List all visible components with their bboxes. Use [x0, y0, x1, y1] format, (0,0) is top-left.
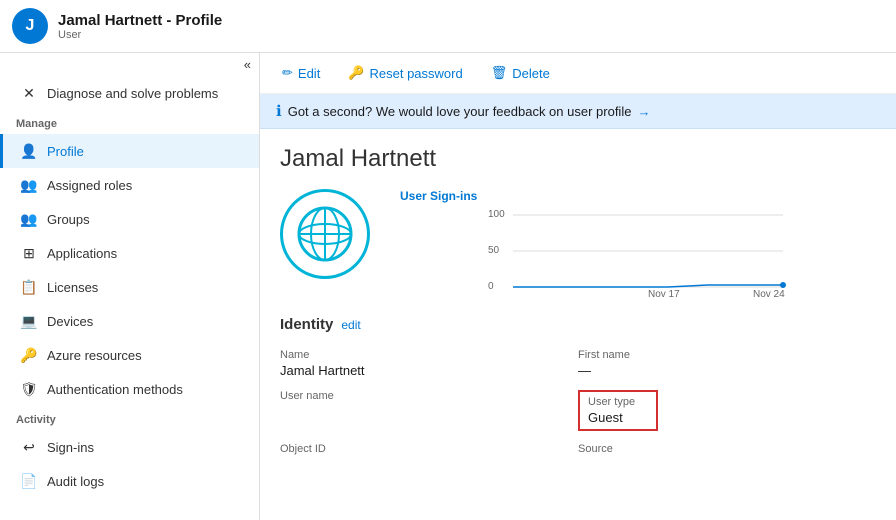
sidebar-item-label: Devices — [47, 314, 93, 329]
sidebar-item-label: Groups — [47, 212, 90, 227]
content-area: ✏ Edit 🔑 Reset password 🗑 Delete ℹ Got a… — [260, 53, 896, 520]
user-type-label: User type — [588, 396, 648, 408]
globe-svg — [295, 204, 355, 264]
info-icon: ℹ — [276, 102, 282, 120]
sidebar-item-label: Authentication methods — [47, 382, 183, 397]
svg-text:0: 0 — [488, 281, 494, 292]
object-id-label: Object ID — [280, 443, 578, 455]
roles-icon: 👥 — [19, 175, 39, 195]
sidebar-item-auth-methods[interactable]: 🛡 Authentication methods — [0, 372, 259, 406]
reset-password-button[interactable]: 🔑 Reset password — [342, 61, 468, 85]
sidebar-item-label: Licenses — [47, 280, 98, 295]
avatar: J — [12, 8, 48, 44]
title-text-block: Jamal Hartnett - Profile User — [58, 12, 222, 41]
sidebar-item-groups[interactable]: 👥 Groups — [0, 202, 259, 236]
info-banner-link[interactable]: → — [637, 104, 650, 119]
sidebar-item-assigned-roles[interactable]: 👥 Assigned roles — [0, 168, 259, 202]
azure-icon: 🔑 — [19, 345, 39, 365]
name-value: Jamal Hartnett — [280, 363, 578, 378]
identity-section: Identity edit Name Jamal Hartnett First … — [280, 316, 876, 465]
user-type-highlight-box: User type Guest — [578, 390, 658, 431]
sidebar-item-label: Audit logs — [47, 474, 104, 489]
svg-text:Nov 17: Nov 17 — [648, 289, 680, 297]
sidebar: « ✕ Diagnose and solve problems Manage 👤… — [0, 53, 260, 520]
sidebar-item-devices[interactable]: 💻 Devices — [0, 304, 259, 338]
chart-svg: 100 50 0 Nov 17 Nov 24 — [400, 207, 876, 297]
sidebar-item-audit-logs[interactable]: 📄 Audit logs — [0, 464, 259, 498]
identity-edit-link[interactable]: edit — [341, 318, 360, 332]
sidebar-collapse-button[interactable]: « — [0, 53, 259, 76]
sidebar-item-label: Profile — [47, 144, 84, 159]
devices-icon: 💻 — [19, 311, 39, 331]
user-type-field: User type Guest — [578, 386, 876, 439]
sidebar-manage-header: Manage — [0, 110, 259, 134]
first-name-value: — — [578, 363, 876, 378]
chart-area: User Sign-ins 100 50 0 — [400, 189, 876, 300]
chart-title: User Sign-ins — [400, 189, 876, 203]
source-label: Source — [578, 443, 876, 455]
sign-ins-icon: ↩ — [19, 437, 39, 457]
delete-button[interactable]: 🗑 Delete — [485, 61, 556, 85]
page-subtitle: User — [58, 29, 222, 41]
sidebar-item-label: Sign-ins — [47, 440, 94, 455]
edit-label: Edit — [298, 66, 320, 81]
delete-label: Delete — [512, 66, 550, 81]
sidebar-item-label: Diagnose and solve problems — [47, 86, 218, 101]
toolbar: ✏ Edit 🔑 Reset password 🗑 Delete — [260, 53, 896, 94]
identity-grid: Name Jamal Hartnett First name — User na… — [280, 345, 876, 465]
applications-icon: ⊞ — [19, 243, 39, 263]
user-name-heading: Jamal Hartnett — [280, 145, 876, 173]
svg-text:50: 50 — [488, 245, 500, 256]
sidebar-activity-header: Activity — [0, 406, 259, 430]
source-field: Source — [578, 439, 876, 465]
title-bar: J Jamal Hartnett - Profile User — [0, 0, 896, 53]
globe-avatar — [280, 189, 370, 279]
identity-header: Identity edit — [280, 316, 876, 333]
profile-content: Jamal Hartnett User Sign-ins — [260, 129, 896, 520]
info-banner-text: Got a second? We would love your feedbac… — [288, 104, 632, 119]
licenses-icon: 📋 — [19, 277, 39, 297]
first-name-label: First name — [578, 349, 876, 361]
sidebar-item-profile[interactable]: 👤 Profile — [0, 134, 259, 168]
name-field: Name Jamal Hartnett — [280, 345, 578, 386]
sidebar-item-label: Assigned roles — [47, 178, 132, 193]
edit-button[interactable]: ✏ Edit — [276, 61, 326, 85]
profile-icon: 👤 — [19, 141, 39, 161]
user-name-label: User name — [280, 390, 578, 402]
identity-title: Identity — [280, 316, 333, 333]
svg-text:Nov 24: Nov 24 — [753, 289, 785, 297]
user-type-value: Guest — [588, 410, 648, 425]
main-layout: « ✕ Diagnose and solve problems Manage 👤… — [0, 53, 896, 520]
sidebar-item-diagnose[interactable]: ✕ Diagnose and solve problems — [0, 76, 259, 110]
name-label: Name — [280, 349, 578, 361]
sidebar-item-applications[interactable]: ⊞ Applications — [0, 236, 259, 270]
shield-icon: 🛡 — [19, 379, 39, 399]
edit-icon: ✏ — [282, 65, 293, 81]
svg-text:100: 100 — [488, 209, 505, 220]
delete-icon: 🗑 — [491, 65, 508, 81]
audit-icon: 📄 — [19, 471, 39, 491]
collapse-icon: « — [244, 57, 251, 72]
wrench-icon: ✕ — [19, 83, 39, 103]
page-title: Jamal Hartnett - Profile — [58, 12, 222, 29]
key-icon: 🔑 — [348, 65, 364, 81]
groups-icon: 👥 — [19, 209, 39, 229]
object-id-field: Object ID — [280, 439, 578, 465]
reset-password-label: Reset password — [370, 66, 463, 81]
profile-top-row: User Sign-ins 100 50 0 — [280, 189, 876, 300]
info-banner: ℹ Got a second? We would love your feedb… — [260, 94, 896, 129]
sidebar-item-azure-resources[interactable]: 🔑 Azure resources — [0, 338, 259, 372]
first-name-field: First name — — [578, 345, 876, 386]
sidebar-item-label: Azure resources — [47, 348, 142, 363]
sidebar-item-licenses[interactable]: 📋 Licenses — [0, 270, 259, 304]
user-name-field: User name — [280, 386, 578, 439]
sidebar-item-sign-ins[interactable]: ↩ Sign-ins — [0, 430, 259, 464]
sidebar-item-label: Applications — [47, 246, 117, 261]
